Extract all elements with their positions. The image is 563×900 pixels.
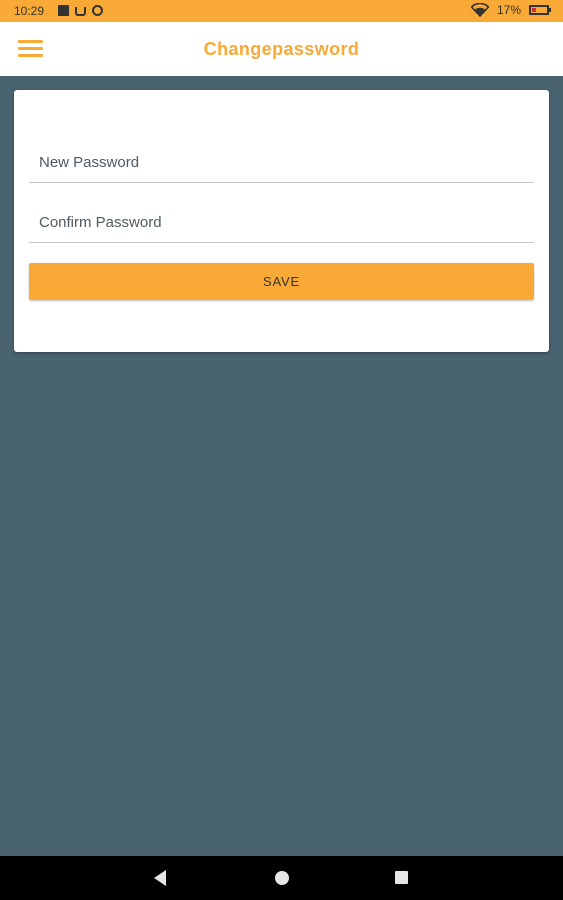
- change-password-card: SAVE: [14, 90, 549, 352]
- battery-low-icon: [529, 5, 551, 15]
- sync-icon: [92, 5, 103, 16]
- recents-icon[interactable]: [395, 871, 408, 884]
- notification-icons: [58, 5, 103, 16]
- status-right: 17%: [470, 3, 551, 17]
- wifi-icon: [470, 3, 489, 17]
- new-password-input[interactable]: [29, 142, 534, 182]
- battery-percent: 17%: [496, 3, 521, 17]
- confirm-password-field: [29, 202, 534, 243]
- save-button[interactable]: SAVE: [29, 263, 534, 300]
- system-nav-bar: [0, 856, 563, 900]
- page-title: Changepassword: [203, 39, 360, 59]
- back-icon[interactable]: [154, 870, 166, 886]
- app-bar: Changepassword: [0, 22, 563, 76]
- home-icon[interactable]: [275, 871, 289, 885]
- cast-icon: [75, 7, 86, 16]
- confirm-password-input[interactable]: [29, 202, 534, 242]
- notification-square-icon: [58, 5, 69, 16]
- status-bar: 10:29 17%: [0, 0, 563, 22]
- status-time: 10:29: [14, 4, 45, 18]
- new-password-field: [29, 142, 534, 183]
